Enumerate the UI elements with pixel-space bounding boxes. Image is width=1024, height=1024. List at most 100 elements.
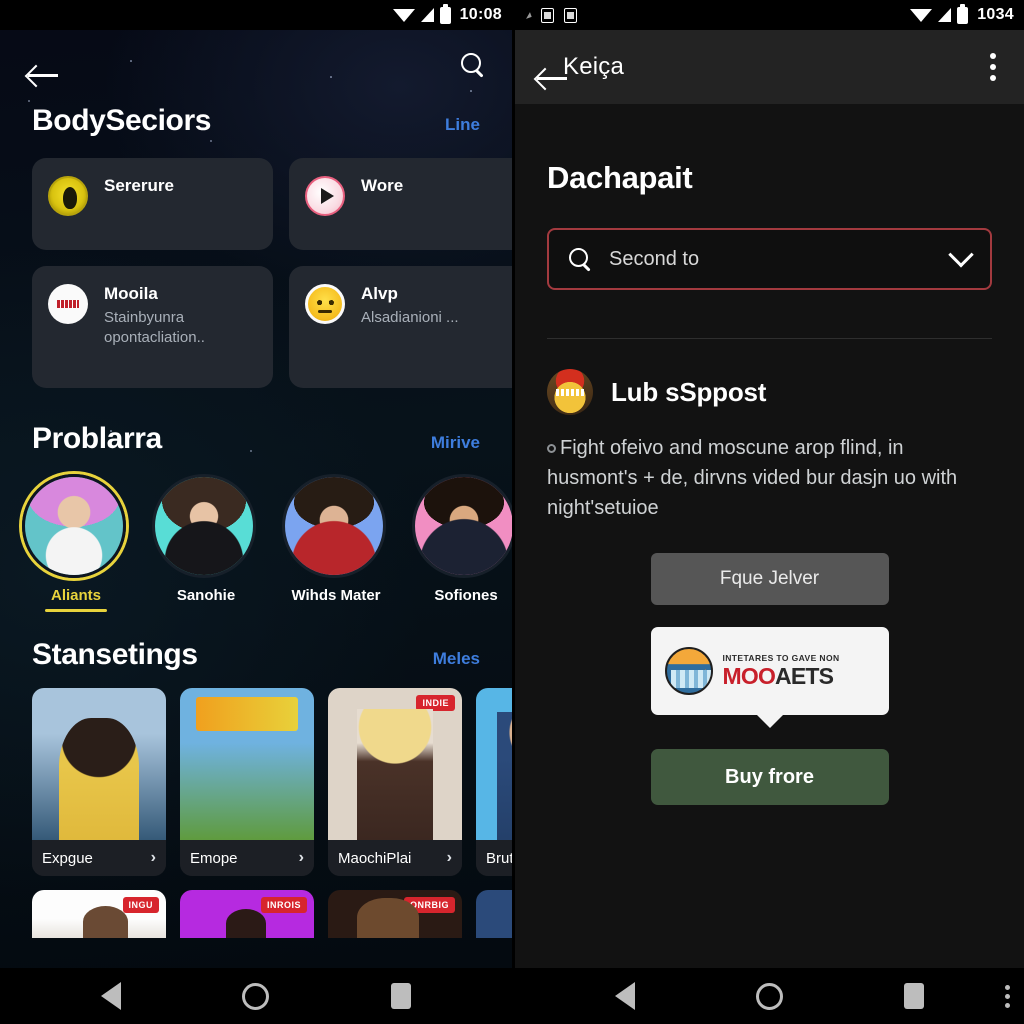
avatar-item-wihds-mater[interactable]: Wihds Mater	[282, 474, 390, 612]
primary-buy-button[interactable]: Buy frore	[650, 749, 889, 805]
card-wore[interactable]: Wore	[289, 158, 512, 250]
nav-back-icon[interactable]	[615, 982, 636, 1010]
thumb-label: Expgue	[42, 849, 93, 867]
card-alvp[interactable]: Alvp Alsadianioni ...	[289, 266, 512, 388]
section-title: Stansetings	[32, 638, 198, 671]
card-subtitle: Stainbyunra opontacliation..	[104, 309, 205, 347]
brand-avatar-icon	[547, 369, 593, 415]
thumb-label: MaochiPlai	[338, 849, 412, 867]
chevron-right-icon[interactable]: ›	[299, 849, 304, 867]
section-header-problarra: Problarra Mirive	[0, 422, 512, 456]
bullet-icon	[547, 444, 556, 454]
chevron-right-icon[interactable]: ›	[447, 849, 452, 867]
promo-tooltip-card[interactable]: INTETARES TO GAVE NON MOOAETS	[650, 627, 889, 715]
dual-screenshot-container: 10:08 BodySeciors Line Sererure Wore Moo…	[0, 0, 1024, 1024]
thumbnail-row-partial[interactable]: INGU INROIS ONRBIG	[0, 876, 512, 938]
nav-back-icon[interactable]	[100, 982, 121, 1010]
avatar	[152, 474, 256, 578]
nav-recents-icon[interactable]	[903, 983, 924, 1009]
news-circle-icon	[48, 284, 88, 324]
right-status-bar: 1034	[515, 0, 1024, 30]
card-sererure[interactable]: Sererure	[32, 158, 273, 250]
avatar-label: Aliants	[50, 587, 101, 604]
avatar-item-aliants[interactable]: Aliants	[22, 474, 130, 612]
secondary-action-button[interactable]: Fque Jelver	[650, 553, 889, 605]
chevron-down-icon[interactable]	[948, 242, 974, 268]
thumb-card-maochiplai[interactable]: INDIE MaochiPlai ›	[328, 688, 462, 876]
right-android-navbar	[515, 968, 1024, 1024]
more-vertical-icon[interactable]	[984, 47, 1002, 87]
avatar	[22, 474, 126, 578]
thumb-badge: INGU	[122, 897, 159, 913]
signal-icon	[420, 8, 434, 22]
card-subtitle: Alsadianioni ...	[361, 309, 459, 326]
thumbnail-image	[476, 688, 512, 841]
avatar	[282, 474, 386, 578]
promo-brand: MOOAETS	[723, 664, 840, 688]
left-android-navbar	[0, 968, 512, 1024]
left-scroll-content[interactable]: BodySeciors Line Sererure Wore Mooila St…	[0, 30, 512, 968]
avatar-item-sofiones[interactable]: Sofiones	[412, 474, 512, 612]
post-body: Fight ofeivo and moscune arop flind, in …	[547, 433, 992, 523]
sd-card-icon	[564, 7, 577, 23]
thumbnail-image	[32, 688, 166, 840]
signal-icon	[938, 8, 952, 22]
thumb-card-partial[interactable]: ONRBIG	[328, 890, 462, 938]
nav-home-icon[interactable]	[242, 982, 270, 1010]
post-header: Lub sSppost	[547, 369, 992, 415]
status-clock: 10:08	[459, 6, 502, 23]
search-icon	[569, 248, 591, 270]
card-mooila[interactable]: Mooila Stainbyunra opontacliation..	[32, 266, 273, 388]
search-button[interactable]	[460, 52, 484, 76]
sim-card-icon	[541, 7, 554, 23]
status-clock: 1034	[977, 6, 1014, 23]
section-link-mirive[interactable]: Mirive	[431, 433, 480, 453]
thumb-card-brut[interactable]: Brut ›	[476, 688, 512, 876]
post-title: Lub sSppost	[611, 376, 767, 407]
thumb-card-partial[interactable]: INROIS	[180, 890, 314, 938]
thumb-card-partial[interactable]: INGU	[32, 890, 166, 938]
promo-brand-red: MOO	[722, 662, 776, 689]
right-phone-screen: 1034 Keiça Dachapait Second to Lub sSppo…	[512, 0, 1024, 1024]
avatar-label: Wihds Mater	[291, 587, 381, 604]
thumb-card-expgue[interactable]: Expgue ›	[32, 688, 166, 876]
thumb-badge: INDIE	[416, 695, 455, 711]
battery-icon	[439, 3, 451, 24]
left-status-bar: 10:08	[0, 0, 512, 30]
wifi-icon	[910, 8, 933, 22]
card-title: Sererure	[104, 176, 174, 195]
thumbnail-image	[180, 688, 314, 840]
avatar-item-sanohie[interactable]: Sanohie	[152, 474, 260, 612]
avatar-carousel[interactable]: Aliants Sanohie Wihds Mater Sofiones	[0, 456, 512, 612]
shield-badge-icon	[48, 176, 88, 216]
page-title: BodySeciors	[32, 104, 211, 137]
thumbnail-row[interactable]: Expgue › Emope › INDIE MaochiPlai › Brut	[0, 672, 512, 876]
search-icon	[460, 52, 484, 76]
thumb-card-emope[interactable]: Emope ›	[180, 688, 314, 876]
maple-leaf-icon	[692, 669, 711, 693]
section-link-meles[interactable]: Meles	[433, 649, 480, 669]
nav-overflow-icon[interactable]	[1005, 984, 1010, 1008]
section-header-bodyseciors: BodySeciors Line	[0, 104, 512, 138]
right-content: Dachapait Second to Lub sSppost Fight of…	[515, 104, 1024, 968]
thumbnail-image: INDIE	[328, 688, 462, 840]
emoji-neutral-icon	[305, 284, 345, 324]
thumb-badge: INROIS	[260, 897, 307, 913]
left-top-bar	[0, 30, 512, 98]
nav-home-icon[interactable]	[755, 982, 783, 1010]
active-indicator	[45, 609, 107, 612]
play-circle-icon	[305, 176, 345, 216]
thumb-card-partial[interactable]	[476, 890, 512, 938]
search-input[interactable]: Second to	[547, 228, 992, 290]
section-title: Problarra	[32, 422, 162, 455]
post-body-text: Fight ofeivo and moscune arop flind, in …	[547, 437, 958, 519]
section-link-line[interactable]: Line	[445, 115, 480, 135]
promo-brand-dark: AETS	[775, 662, 834, 689]
chevron-right-icon[interactable]: ›	[151, 849, 156, 867]
avatar-label: Sanohie	[176, 587, 236, 604]
nav-recents-icon[interactable]	[391, 983, 412, 1009]
search-value: Second to	[609, 247, 700, 270]
wifi-icon	[392, 8, 415, 22]
thumb-label: Emope	[190, 849, 238, 867]
maple-lake-logo-icon	[664, 647, 713, 695]
